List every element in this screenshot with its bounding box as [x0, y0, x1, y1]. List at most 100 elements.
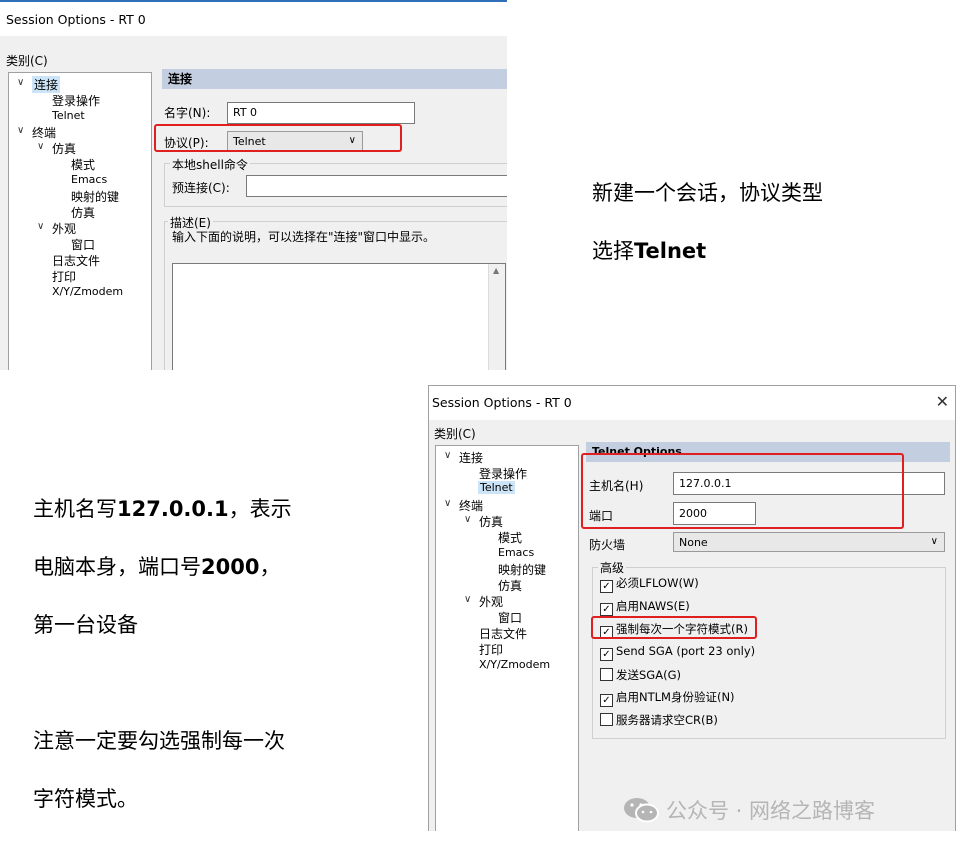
checkbox-icon[interactable]: ✓	[600, 648, 613, 661]
tree-item-window[interactable]: 窗口	[498, 609, 522, 626]
close-icon[interactable]: ✕	[936, 392, 949, 411]
checkbox-label: 启用NAWS(E)	[616, 599, 690, 613]
annotation-1-line1: 新建一个会话，协议类型	[592, 181, 823, 205]
highlight-box	[581, 453, 904, 529]
annotation-1-line2: 选择Telnet	[592, 237, 823, 266]
tree-item-telnet[interactable]: Telnet	[478, 481, 515, 494]
collapse-icon[interactable]: ∨	[37, 141, 44, 152]
tree-item-emacs[interactable]: Emacs	[71, 173, 107, 186]
collapse-icon[interactable]: ∨	[444, 450, 451, 461]
checkbox-send-sga-port23[interactable]: ✓ Send SGA (port 23 only)	[600, 644, 755, 661]
description-textarea[interactable]: ▲	[172, 263, 506, 370]
tree-item-log-file[interactable]: 日志文件	[52, 252, 100, 269]
tree-item-print[interactable]: 打印	[52, 268, 76, 285]
name-input[interactable]: RT 0	[227, 102, 415, 124]
checkbox-icon[interactable]: ✓	[600, 694, 613, 707]
checkbox-icon[interactable]	[600, 713, 613, 726]
annotation-2-text: ，表示	[228, 497, 292, 521]
tree-item-telnet[interactable]: Telnet	[52, 109, 85, 122]
tree-item-window[interactable]: 窗口	[71, 236, 95, 253]
checkbox-naws[interactable]: ✓ 启用NAWS(E)	[600, 598, 690, 616]
tree-item-mapped-keys[interactable]: 映射的键	[498, 561, 546, 578]
annotation-2-line3: 第一台设备	[33, 613, 138, 637]
tree-item-connection[interactable]: 连接	[459, 449, 483, 466]
collapse-icon[interactable]: ∨	[37, 221, 44, 232]
annotation-2-line1: 主机名写127.0.0.1，表示	[33, 495, 292, 524]
name-label: 名字(N):	[164, 106, 211, 120]
tree-item-print[interactable]: 打印	[479, 641, 503, 658]
tree-item-connection[interactable]: 连接	[32, 76, 61, 93]
highlight-box	[591, 616, 757, 639]
checkbox-icon[interactable]: ✓	[600, 603, 613, 616]
section-header: 连接	[162, 69, 507, 89]
description-hint: 输入下面的说明，可以选择在"连接"窗口中显示。	[172, 230, 436, 244]
title-bar: Session Options - RT 0 ✕	[429, 386, 955, 420]
category-label: 类别(C)	[6, 54, 48, 68]
tree-item-modes[interactable]: 模式	[71, 156, 95, 173]
highlight-box	[154, 124, 402, 152]
scrollbar[interactable]: ▲	[488, 264, 505, 370]
wechat-icon	[624, 798, 659, 823]
tree-item-login-actions[interactable]: 登录操作	[479, 465, 527, 482]
preconnect-input[interactable]	[246, 175, 507, 197]
tree-item-emulation[interactable]: 仿真	[479, 513, 503, 530]
annotation-2-text: 电脑本身，端口号	[33, 555, 201, 579]
category-tree[interactable]: ∨ 连接 登录操作 Telnet ∨ 终端 ∨ 仿真 模式 Emacs 映射的键…	[435, 445, 579, 831]
annotation-2-line4: 注意一定要勾选强制每一次	[33, 729, 285, 753]
firewall-select-value: None	[679, 536, 708, 549]
annotation-2-bold: 2000	[201, 555, 260, 579]
dialog-title: Session Options - RT 0	[6, 12, 146, 27]
category-label: 类别(C)	[434, 427, 476, 441]
tree-item-terminal[interactable]: 终端	[32, 124, 56, 141]
checkbox-label: 发送SGA(G)	[616, 668, 681, 682]
watermark-text: 公众号 · 网络之路博客	[666, 799, 876, 823]
tree-item-login-actions[interactable]: 登录操作	[52, 92, 100, 109]
tree-item-appearance[interactable]: 外观	[479, 593, 503, 610]
checkbox-icon[interactable]	[600, 668, 613, 681]
tree-item-appearance[interactable]: 外观	[52, 220, 76, 237]
checkbox-lflow[interactable]: ✓ 必须LFLOW(W)	[600, 575, 699, 593]
tree-item-emulation[interactable]: 仿真	[52, 140, 76, 157]
tree-item-emacs[interactable]: Emacs	[498, 546, 534, 559]
preconnect-label: 预连接(C):	[172, 181, 230, 195]
collapse-icon[interactable]: ∨	[464, 514, 471, 525]
tree-item-xyzmodem[interactable]: X/Y/Zmodem	[479, 658, 550, 671]
collapse-icon[interactable]: ∨	[17, 77, 24, 88]
tree-item-emulation-2[interactable]: 仿真	[71, 204, 95, 221]
annotation-2-line5: 字符模式。	[33, 787, 138, 811]
collapse-icon[interactable]: ∨	[464, 594, 471, 605]
annotation-1-bold: Telnet	[634, 239, 707, 263]
tree-item-emulation-2[interactable]: 仿真	[498, 577, 522, 594]
checkbox-label: Send SGA (port 23 only)	[616, 644, 756, 658]
scroll-up-icon[interactable]: ▲	[493, 266, 499, 275]
annotation-2-text: 主机名写	[33, 497, 117, 521]
checkbox-label: 必须LFLOW(W)	[616, 576, 699, 590]
annotation-2-bold: 127.0.0.1	[117, 497, 229, 521]
checkbox-send-sga[interactable]: 发送SGA(G)	[600, 667, 681, 683]
annotation-1-text: 选择	[592, 239, 634, 263]
category-tree[interactable]: ∨ 连接 登录操作 Telnet ∨ 终端 ∨ 仿真 模式 Emacs 映射的键…	[8, 72, 152, 370]
checkbox-label: 启用NTLM身份验证(N)	[616, 690, 735, 704]
tree-item-mapped-keys[interactable]: 映射的键	[71, 188, 119, 205]
firewall-select[interactable]: None ∨	[673, 532, 945, 552]
firewall-label: 防火墙	[589, 538, 626, 552]
checkbox-ntlm[interactable]: ✓ 启用NTLM身份验证(N)	[600, 689, 735, 707]
watermark: 公众号 · 网络之路博客	[622, 795, 875, 825]
tree-item-modes[interactable]: 模式	[498, 529, 522, 546]
tree-item-log-file[interactable]: 日志文件	[479, 625, 527, 642]
collapse-icon[interactable]: ∨	[444, 498, 451, 509]
advanced-group-label: 高级	[598, 559, 627, 576]
session-options-dialog-2: Session Options - RT 0 ✕ 类别(C) ∨ 连接 登录操作…	[428, 385, 956, 831]
dialog-title: Session Options - RT 0	[432, 395, 572, 410]
tree-item-terminal[interactable]: 终端	[459, 497, 483, 514]
annotation-1: 新建一个会话，协议类型 选择Telnet	[592, 150, 823, 295]
annotation-2-text: ，	[259, 555, 281, 579]
annotation-2-line2: 电脑本身，端口号2000，	[33, 553, 292, 582]
checkbox-label: 服务器请求空CR(B)	[616, 713, 718, 727]
chevron-down-icon: ∨	[930, 536, 938, 547]
tree-item-xyzmodem[interactable]: X/Y/Zmodem	[52, 285, 123, 298]
checkbox-null-cr[interactable]: 服务器请求空CR(B)	[600, 712, 718, 728]
collapse-icon[interactable]: ∨	[17, 125, 24, 136]
checkbox-icon[interactable]: ✓	[600, 580, 613, 593]
